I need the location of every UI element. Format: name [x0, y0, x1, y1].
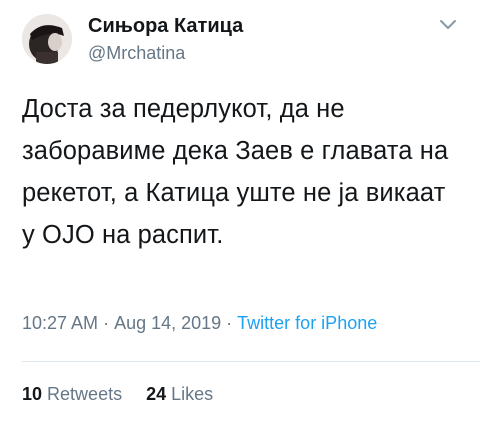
- tweet-stats: 10 Retweets 24 Likes: [22, 382, 213, 406]
- tweet-source-link[interactable]: Twitter for iPhone: [237, 313, 377, 333]
- author-name[interactable]: Сињора Катица: [88, 14, 243, 38]
- avatar-image: [22, 14, 72, 64]
- tweet-date[interactable]: Aug 14, 2019: [114, 313, 221, 333]
- meta-separator: ·: [226, 313, 233, 333]
- tweet-meta: 10:27 AM · Aug 14, 2019 · Twitter for iPhone: [22, 311, 377, 335]
- chevron-down-icon[interactable]: [436, 12, 460, 36]
- likes-label: Likes: [171, 384, 214, 404]
- meta-separator: ·: [103, 313, 110, 333]
- author-handle[interactable]: @Mrchatina: [88, 42, 185, 64]
- tweet-card: Сињора Катица @Mrchatina Доста за педерл…: [0, 0, 480, 432]
- likes-count: 24: [146, 384, 167, 404]
- likes-stat[interactable]: 24 Likes: [146, 382, 213, 406]
- tweet-time[interactable]: 10:27 AM: [22, 313, 98, 333]
- retweets-stat[interactable]: 10 Retweets: [22, 382, 122, 406]
- divider: [22, 361, 480, 362]
- retweets-label: Retweets: [47, 384, 123, 404]
- tweet-text: Доста за педерлукот, да не заборавиме де…: [22, 95, 449, 249]
- retweets-count: 10: [22, 384, 43, 404]
- avatar[interactable]: [22, 14, 72, 64]
